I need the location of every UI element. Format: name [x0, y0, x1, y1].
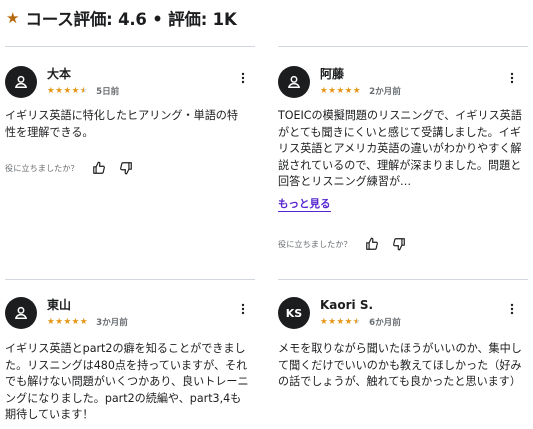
review-text: イギリス英語とpart2の癖を知ることができました。リスニングは480点を持って…	[5, 342, 249, 421]
review-header: 大本 ★★★★★ 5日前	[5, 66, 255, 98]
reviewer-name: 大本	[47, 67, 72, 81]
review-divider	[278, 279, 528, 280]
star-rating: ★★★★★	[47, 317, 89, 327]
star-icon: ★	[6, 9, 20, 27]
reviewer-name: 阿藤	[320, 67, 345, 81]
more-options-button[interactable]	[502, 68, 522, 88]
thumbs-down-button[interactable]	[391, 236, 407, 252]
review-date: 5日前	[96, 87, 120, 97]
review-card: 大本 ★★★★★ 5日前 イギリス英語に特化したヒアリング・単語の特性を理解でき…	[5, 46, 255, 246]
vertical-dots-icon	[510, 303, 514, 315]
thumbs-up-icon	[365, 237, 378, 250]
avatar	[5, 297, 37, 329]
review-divider	[278, 46, 528, 47]
review-date: 2か月前	[369, 87, 401, 97]
review-card: KS Kaori S. ★★★★★ 6か月前 メモを取りながら聞いたほうがいいの…	[278, 279, 528, 429]
thumbs-up-button[interactable]	[364, 236, 380, 252]
star-rating: ★★★★★	[320, 86, 362, 96]
rating-summary-title: コース評価: 4.6 • 評価: 1K	[25, 10, 237, 29]
thumbs-up-icon	[92, 161, 105, 174]
review-date: 6か月前	[369, 318, 401, 328]
thumbs-down-icon	[392, 238, 405, 251]
review-header: 阿藤 ★★★★★ 2か月前	[278, 66, 528, 98]
avatar-initials: KS	[285, 306, 303, 320]
user-icon	[15, 75, 27, 88]
helpful-question: 役に立ちましたか？	[5, 163, 79, 173]
review-card: 東山 ★★★★★ 3か月前 イギリス英語とpart2の癖を知ることができました。…	[5, 279, 255, 429]
review-text: メモを取りながら聞いたほうがいいのか、集中して聞くだけでいいのかも教えてほしかっ…	[278, 342, 522, 388]
review-text: イギリス英語に特化したヒアリング・単語の特性を理解できる。	[5, 109, 238, 139]
avatar: KS	[278, 297, 310, 329]
review-header: 東山 ★★★★★ 3か月前	[5, 297, 255, 329]
more-options-button[interactable]	[502, 299, 522, 319]
reviewer-name: Kaori S.	[320, 298, 374, 312]
review-divider	[5, 46, 255, 47]
review-text: TOEICの模擬問題のリスニングで、イギリス英語がとても聞きにくいと感じて受講し…	[278, 109, 522, 188]
review-date: 3か月前	[96, 318, 128, 328]
rating-header: ★ コース評価: 4.6 • 評価: 1K	[6, 6, 237, 30]
show-more-link[interactable]: もっと見る	[278, 198, 331, 212]
more-options-button[interactable]	[233, 299, 253, 319]
star-rating: ★★★★★	[47, 86, 89, 96]
thumbs-up-button[interactable]	[91, 160, 107, 176]
user-icon	[15, 306, 27, 319]
thumbs-down-button[interactable]	[118, 160, 134, 176]
review-header: KS Kaori S. ★★★★★ 6か月前	[278, 297, 528, 329]
vertical-dots-icon	[510, 72, 514, 84]
star-rating: ★★★★★	[320, 317, 362, 327]
reviewer-name: 東山	[47, 298, 72, 312]
thumbs-down-icon	[119, 162, 132, 175]
review-card: 阿藤 ★★★★★ 2か月前 TOEICの模擬問題のリスニングで、イギリス英語がと…	[278, 46, 528, 266]
vertical-dots-icon	[241, 72, 245, 84]
helpful-prompt: 役に立ちましたか？	[5, 160, 145, 176]
avatar	[5, 66, 37, 98]
helpful-prompt: 役に立ちましたか？	[278, 236, 418, 252]
vertical-dots-icon	[241, 303, 245, 315]
helpful-question: 役に立ちましたか？	[278, 239, 352, 249]
review-divider	[5, 279, 255, 280]
user-icon	[288, 75, 300, 88]
avatar	[278, 66, 310, 98]
more-options-button[interactable]	[233, 68, 253, 88]
